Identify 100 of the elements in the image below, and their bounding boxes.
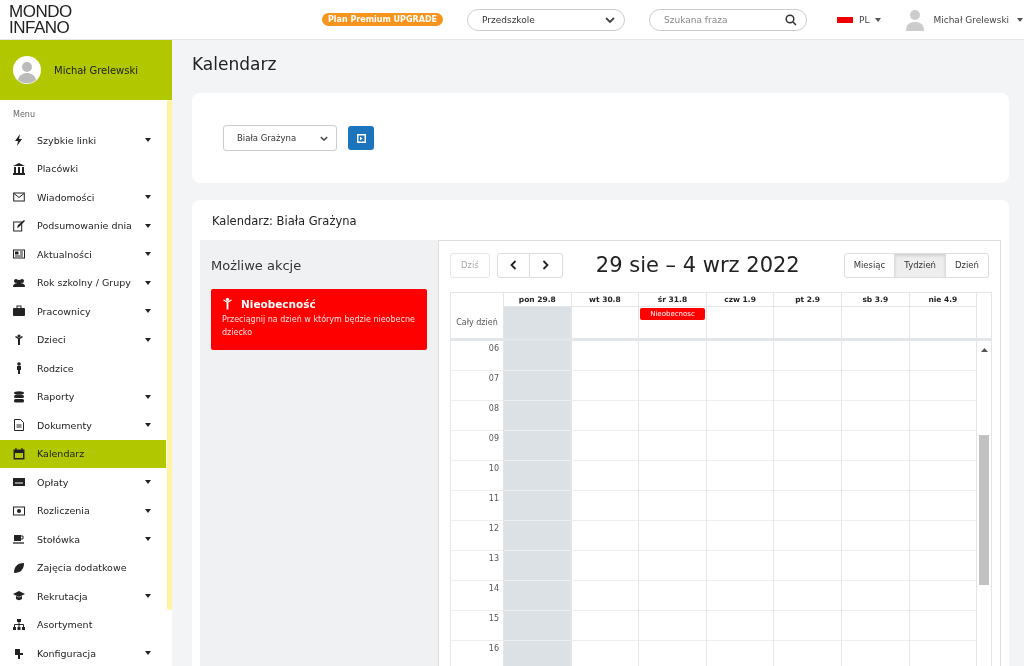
caret-icon [145,309,151,314]
caret-icon [145,480,151,485]
sidebar-item[interactable]: Raporty [0,382,166,411]
sidebar-item[interactable]: Dokumenty [0,411,166,440]
day-column[interactable] [841,341,910,666]
sidebar-item[interactable]: Pracownicy [0,297,166,326]
language-menu[interactable]: PL [837,14,882,25]
sidebar-item[interactable]: Rekrutacja [0,582,166,611]
hour-label: 06 [451,341,503,371]
edit-icon [13,219,25,232]
sidebar-item[interactable]: Rok szkolny / Grupy [0,268,166,297]
cup-icon [13,533,25,546]
caret-icon [145,651,151,656]
day-column[interactable] [909,341,978,666]
caret-icon [145,280,151,285]
briefcase-icon [13,305,25,318]
graduation-cap-icon [13,590,25,603]
sidebar-item[interactable]: Opłaty [0,468,166,497]
plug-icon [13,647,25,660]
search-icon [785,13,797,26]
caret-icon [145,508,151,513]
hour-label: 14 [451,581,503,611]
sidebar-item[interactable]: Kalendarz [0,439,166,468]
action-description: Przeciągnij na dzień w którym będzie nieobecne dziecko [222,313,416,339]
caret-icon [875,17,882,22]
hour-label: 11 [451,491,503,521]
envelope-icon [13,191,25,204]
day-column[interactable] [706,341,775,666]
actions-title: Możliwe akcje [211,258,303,273]
caret-icon [145,337,151,342]
profile-name: Michał Grelewski [54,64,139,76]
hour-label: 09 [451,431,503,461]
all-day-cell[interactable] [504,307,572,338]
view-tab[interactable]: Miesiąc [843,252,896,278]
date-range-title: 29 sie – 4 wrz 2022 [595,253,801,277]
avatar-icon [13,56,41,84]
day-column[interactable] [504,341,572,666]
newspaper-icon [13,248,25,261]
square-icon [356,133,366,143]
caret-icon [145,195,151,200]
child-icon [222,297,233,310]
sidebar-item[interactable]: Wiadomości [0,183,166,212]
hour-label: 13 [451,551,503,581]
child-select[interactable]: Biała Grażyna [223,125,337,151]
hour-label: 16 [451,641,503,666]
caret-icon [1017,17,1024,22]
sidebar-item[interactable]: Konfiguracja [0,639,166,666]
menu-heading: Menu [12,109,36,121]
sidebar-item[interactable]: Aktualności [0,240,166,269]
caret-icon [145,223,151,228]
caret-icon [145,537,151,542]
sidebar-item[interactable]: Dzieci [0,325,166,354]
hour-label: 08 [451,401,503,431]
absence-draggable-card[interactable]: Nieobecność Przeciągnij na dzień w którym będzie nieobecne dziecko [211,289,427,350]
hour-label: 12 [451,521,503,551]
day-column[interactable] [639,341,707,666]
caret-icon [145,594,151,599]
banknote-icon [13,504,25,517]
card-title: Kalendarz: Biała Grażyna [211,214,358,230]
caret-icon [145,394,151,399]
sidebar-item[interactable]: Zajęcia dodatkowe [0,553,166,582]
sitemap-icon [13,618,25,631]
scrollbar[interactable] [167,100,172,610]
scroll-thumb[interactable] [979,435,989,585]
view-tab[interactable]: Dzień [946,252,989,278]
sidebar-item[interactable]: Rodzice [0,354,166,383]
search-field[interactable]: Szukana fraza [649,8,807,31]
caret-icon [145,252,151,257]
bolt-icon [13,134,25,147]
calendar-icon [13,447,25,460]
child-icon [13,333,25,346]
sidebar-item[interactable]: Szybkie linki [0,126,166,155]
logo[interactable]: MONDO INFANO [0,3,172,36]
confirm-button[interactable] [348,126,374,150]
previous-button[interactable] [496,252,530,278]
database-icon [13,390,25,403]
chevron-down-icon [605,16,615,23]
document-icon [13,419,25,432]
people-icon [13,276,25,289]
avatar-icon [905,8,926,31]
scroll-up-icon [980,348,988,352]
chevron-left-icon [509,260,517,270]
sidebar-item[interactable]: Rozliczenia [0,496,166,525]
caret-icon [145,423,151,428]
sidebar-item[interactable]: Placówki [0,154,166,183]
bank-icon [13,162,25,175]
day-column[interactable] [774,341,842,666]
hour-label: 15 [451,611,503,641]
sidebar-item[interactable]: Stołówka [0,525,166,554]
view-tab[interactable]: Tydzień [895,252,946,278]
hour-label: 07 [451,371,503,401]
sidebar-item[interactable]: Asortyment [0,610,166,639]
chevron-right-icon [542,260,550,270]
page-title: Kalendarz [192,55,278,73]
day-column[interactable] [571,341,640,666]
user-menu[interactable]: Michał Grelewski [905,8,1024,31]
next-button[interactable] [529,252,563,278]
card-icon [13,476,25,489]
hour-label: 10 [451,461,503,491]
sidebar-item[interactable]: Podsumowanie dnia [0,211,166,240]
